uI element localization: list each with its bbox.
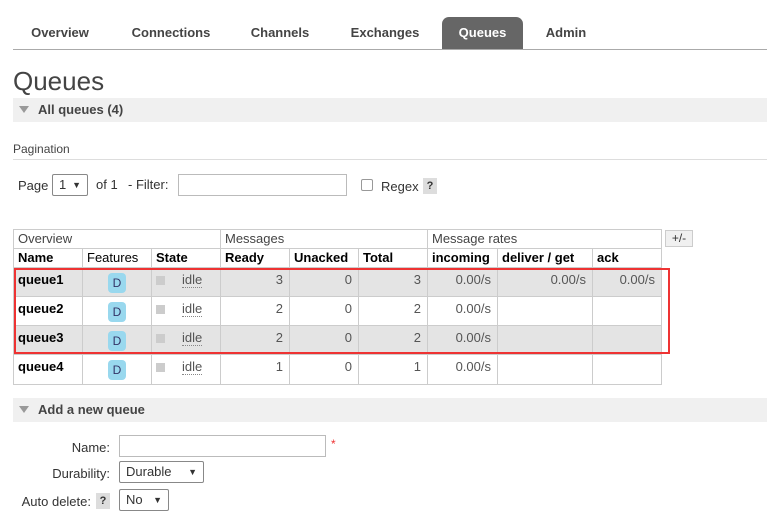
unacked-count: 0 — [289, 354, 359, 385]
all-queues-label: All queues (4) — [38, 102, 124, 117]
regex-label: Regex — [381, 179, 419, 194]
filter-input[interactable] — [178, 174, 347, 196]
group-header-message-rates: Message rates — [427, 229, 662, 249]
col-header-unacked[interactable]: Unacked — [289, 248, 359, 268]
ack-rate — [592, 354, 662, 385]
deliver-rate — [497, 354, 593, 385]
auto-delete-help-button[interactable]: ? — [96, 493, 110, 509]
chevron-down-icon: ▼ — [188, 467, 197, 477]
auto-delete-select-value: No — [126, 492, 143, 507]
features-cell: D — [82, 354, 152, 385]
page-title: Queues — [13, 66, 105, 96]
col-header-ack[interactable]: ack — [592, 248, 662, 268]
col-header-ready[interactable]: Ready — [220, 248, 290, 268]
col-header-name[interactable]: Name — [13, 248, 83, 268]
name-label: Name: — [71, 440, 110, 455]
durable-badge: D — [108, 360, 126, 380]
col-header-features[interactable]: Features — [82, 248, 152, 268]
highlight-box — [14, 268, 670, 354]
page-of-text: of 1 — [96, 177, 118, 192]
add-queue-label: Add a new queue — [38, 402, 145, 417]
collapse-triangle-icon — [19, 106, 29, 113]
auto-delete-select[interactable]: No ▼ — [119, 489, 169, 511]
column-toggle-button[interactable]: +/- — [665, 230, 693, 247]
queue-name-link[interactable]: queue4 — [13, 354, 83, 385]
durability-select[interactable]: Durable ▼ — [119, 461, 204, 483]
regex-help-button[interactable]: ? — [423, 178, 437, 194]
incoming-rate: 0.00/s — [427, 354, 498, 385]
state-indicator-icon — [156, 363, 165, 372]
filter-label: - Filter: — [128, 177, 169, 192]
tab-overview[interactable]: Overview — [17, 17, 103, 49]
pagination-label: Pagination — [13, 142, 70, 156]
auto-delete-label: Auto delete: — [21, 494, 91, 509]
tab-channels[interactable]: Channels — [236, 17, 324, 49]
tab-admin[interactable]: Admin — [533, 17, 599, 49]
state-text: idle — [182, 359, 203, 375]
chevron-down-icon: ▼ — [153, 495, 162, 505]
page-select[interactable]: 1 ▼ — [52, 174, 88, 196]
collapse-triangle-icon — [19, 406, 29, 413]
all-queues-toggle[interactable]: All queues (4) — [13, 98, 767, 122]
col-header-total[interactable]: Total — [358, 248, 428, 268]
divider — [13, 159, 767, 160]
tab-queues[interactable]: Queues — [442, 17, 523, 49]
chevron-down-icon: ▼ — [72, 180, 81, 190]
group-header-overview: Overview — [13, 229, 221, 249]
page-select-value: 1 — [59, 177, 67, 192]
state-cell: idle — [151, 354, 221, 385]
group-header-messages: Messages — [220, 229, 428, 249]
required-marker: * — [331, 437, 336, 451]
regex-checkbox[interactable] — [361, 179, 373, 191]
col-header-state[interactable]: State — [151, 248, 221, 268]
col-header-deliver-get[interactable]: deliver / get — [497, 248, 593, 268]
ready-count: 1 — [220, 354, 290, 385]
page-label: Page — [18, 178, 49, 193]
durability-label: Durability: — [52, 466, 110, 481]
durability-select-value: Durable — [126, 464, 172, 479]
queue-name-input[interactable] — [119, 435, 326, 457]
col-header-incoming[interactable]: incoming — [427, 248, 498, 268]
add-queue-toggle[interactable]: Add a new queue — [13, 398, 767, 422]
total-count: 1 — [358, 354, 428, 385]
tab-connections[interactable]: Connections — [116, 17, 226, 49]
main-nav: Overview Connections Channels Exchanges … — [13, 17, 767, 50]
tab-exchanges[interactable]: Exchanges — [335, 17, 435, 49]
